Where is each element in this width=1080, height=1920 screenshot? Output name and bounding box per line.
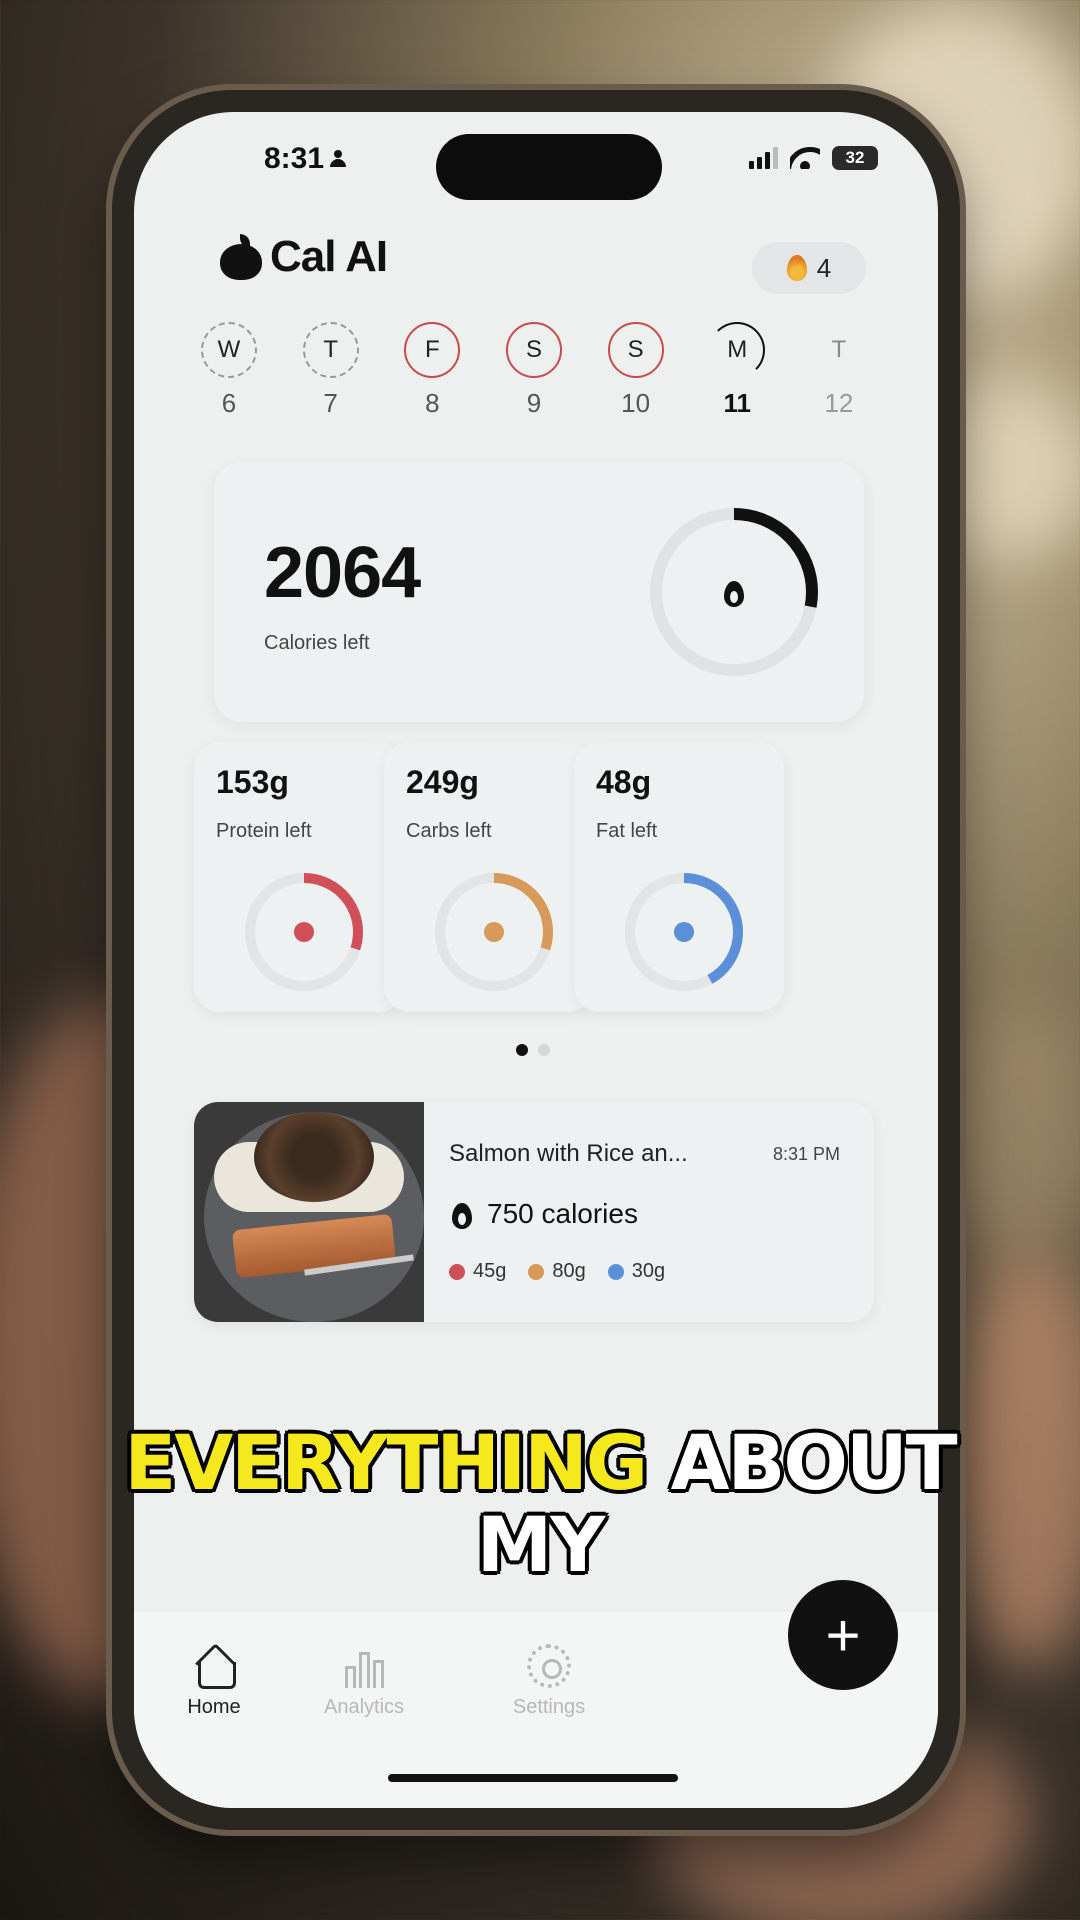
caption-highlight-word: EVERYTHING — [124, 1418, 648, 1507]
dynamic-island — [436, 134, 662, 200]
week-day-number: 8 — [425, 388, 440, 418]
analytics-icon — [342, 1644, 386, 1688]
battery-icon: 32 — [832, 146, 878, 170]
week-day-number: 6 — [221, 388, 237, 418]
oil-drop-icon — [674, 922, 694, 942]
calories-left-label: Calories left — [264, 632, 370, 654]
week-day-letter: S — [505, 322, 562, 378]
person-icon — [330, 150, 347, 168]
week-day[interactable]: W6 — [184, 322, 274, 419]
flame-icon — [786, 255, 807, 281]
week-day[interactable]: M 11 — [692, 322, 782, 419]
drumstick-icon — [294, 922, 314, 942]
streak-count: 4 — [816, 252, 832, 283]
calories-left-value: 2064 — [264, 533, 421, 613]
status-icons: 32 — [749, 146, 878, 170]
nav-home-label: Home — [187, 1696, 241, 1718]
macro-card[interactable]: 153g Protein left — [194, 742, 404, 1012]
week-day-letter: T — [302, 322, 359, 378]
week-day-number: 11 — [723, 388, 752, 418]
nav-home[interactable]: Home — [144, 1644, 284, 1719]
meal-time: 8:31 PM — [772, 1144, 840, 1164]
meal-calories: 750 calories — [449, 1198, 638, 1230]
signal-icon — [749, 147, 778, 169]
week-day[interactable]: S 10 — [591, 322, 681, 419]
nav-settings[interactable]: Settings — [479, 1644, 619, 1719]
nav-settings-label: Settings — [512, 1696, 586, 1718]
caption-line-2: MY — [476, 1500, 606, 1589]
week-day[interactable]: T7 — [286, 322, 376, 419]
nav-analytics[interactable]: Analytics — [294, 1644, 434, 1719]
week-day-letter: F — [404, 322, 461, 378]
video-caption: EVERYTHING ABOUT MY — [0, 1422, 1080, 1586]
app-title: Cal AI — [270, 232, 388, 281]
wheat-icon — [484, 922, 504, 942]
home-indicator[interactable] — [388, 1774, 678, 1782]
apple-logo-icon — [220, 234, 262, 280]
meal-calories-text: 750 calories — [487, 1198, 638, 1229]
oil-drop-icon — [607, 1263, 624, 1280]
wifi-icon — [790, 147, 820, 169]
nav-analytics-label: Analytics — [323, 1696, 405, 1718]
week-day-letter: M — [709, 322, 766, 378]
meal-name: Salmon with Rice an... — [449, 1140, 688, 1167]
week-day-letter: S — [607, 322, 664, 378]
meal-photo — [194, 1102, 424, 1322]
app-header: Cal AI — [220, 232, 388, 282]
week-day[interactable]: F8 — [387, 322, 477, 419]
week-strip: W 6 T 7 F 8 S 9 S 10 M 11 T 12 — [184, 322, 884, 419]
streak-badge[interactable]: 4 — [752, 242, 866, 294]
gear-icon — [527, 1644, 571, 1688]
macro-value: 48g — [596, 764, 652, 800]
week-day-number: 10 — [621, 388, 651, 418]
add-button[interactable]: + — [788, 1580, 898, 1690]
wheat-icon — [528, 1263, 545, 1280]
week-day-letter: W — [201, 322, 257, 378]
caption-word: ABOUT — [670, 1418, 958, 1507]
macro-label: Fat left — [596, 820, 658, 842]
meal-protein: 45g — [449, 1260, 506, 1283]
week-day-number: 12 — [824, 388, 854, 418]
week-day-number: 7 — [323, 388, 338, 418]
status-time: 8:31 — [264, 142, 347, 176]
home-icon — [192, 1644, 236, 1689]
page-dot[interactable] — [516, 1044, 528, 1056]
week-day[interactable]: T 12 — [794, 322, 884, 419]
meal-carbs: 80g — [528, 1260, 586, 1283]
drumstick-icon — [449, 1263, 465, 1280]
macro-card[interactable]: 249g Carbs left — [384, 742, 594, 1012]
fire-icon — [449, 1199, 475, 1229]
week-day[interactable]: S9 — [489, 322, 579, 419]
macro-label: Carbs left — [406, 820, 492, 842]
macro-value: 153g — [216, 764, 289, 800]
week-day-number: 9 — [526, 388, 542, 418]
week-day-letter: T — [831, 336, 847, 363]
page-indicator[interactable] — [516, 1044, 550, 1056]
meal-fat: 30g — [607, 1260, 665, 1283]
caption-line-1: EVERYTHING ABOUT — [0, 1422, 1080, 1504]
meal-macros: 45g 80g 30g — [449, 1260, 665, 1283]
page-dot[interactable] — [538, 1044, 550, 1056]
background-blur — [940, 1000, 1080, 1260]
meal-card[interactable]: Salmon with Rice an... 8:31 PM 750 calor… — [194, 1102, 874, 1322]
fire-icon — [721, 577, 747, 607]
status-time-text: 8:31 — [264, 142, 325, 175]
calories-card[interactable]: 2064 Calories left — [214, 462, 864, 722]
macro-value: 249g — [406, 764, 479, 800]
macro-card[interactable]: 48g Fat left — [574, 742, 784, 1012]
macro-label: Protein left — [216, 820, 312, 842]
